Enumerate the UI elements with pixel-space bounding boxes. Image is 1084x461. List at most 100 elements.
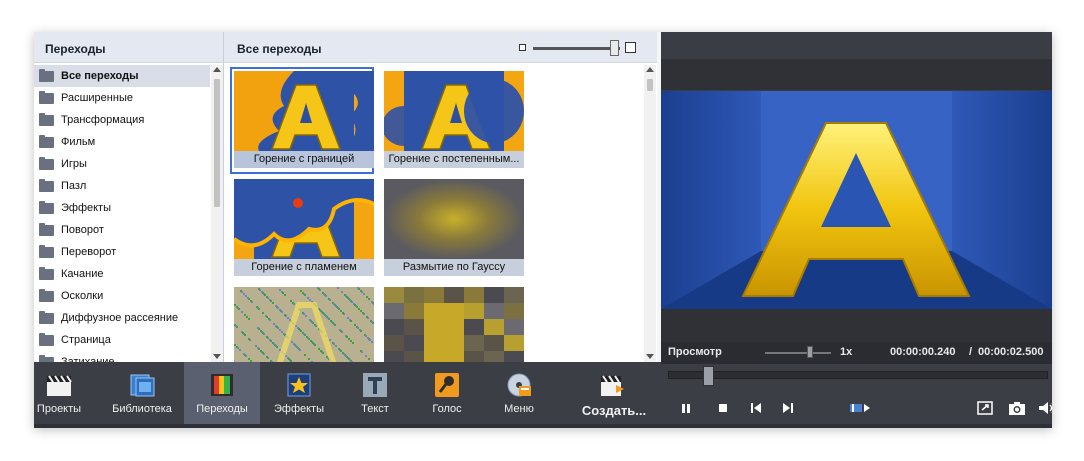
category-item[interactable]: Фильм: [34, 131, 210, 153]
transitions-panel: Все переходы Горение с границей Горение с…: [224, 32, 657, 362]
folder-icon: [39, 90, 54, 104]
category-item[interactable]: Осколки: [34, 285, 210, 307]
transitions-scroll-thumb[interactable]: [647, 79, 653, 91]
categories-header: Переходы: [34, 32, 223, 63]
projects-button[interactable]: Проекты: [34, 362, 84, 424]
zoom-small-icon[interactable]: [519, 44, 526, 51]
zoom-large-icon[interactable]: [625, 42, 636, 53]
category-item[interactable]: Диффузное рассеяние: [34, 307, 210, 329]
seek-track[interactable]: [668, 371, 1048, 379]
thumbnail-size-slider-handle[interactable]: [610, 40, 619, 56]
fullscreen-icon[interactable]: [975, 400, 995, 416]
folder-icon: [39, 178, 54, 192]
category-label: Эффекты: [61, 202, 112, 214]
transition-tile[interactable]: [231, 284, 374, 362]
transition-tile[interactable]: Размытие по Гауссу: [381, 176, 524, 281]
categories-scrollbar[interactable]: [211, 65, 223, 362]
category-item[interactable]: Страница: [34, 329, 210, 351]
categories-list: Все переходы Расширенные Трансформация Филь…: [34, 65, 210, 362]
pause-icon[interactable]: [676, 400, 696, 416]
transitions-label: Переходы: [196, 403, 248, 415]
folder-icon: [39, 288, 54, 302]
scroll-down-arrow-icon[interactable]: [213, 354, 221, 359]
category-item[interactable]: Расширенные: [34, 87, 210, 109]
category-item[interactable]: Переворот: [34, 241, 210, 263]
folder-icon: [39, 244, 54, 258]
transition-thumbnail: [234, 179, 374, 259]
bottom-edge: [34, 424, 1052, 428]
category-item[interactable]: Трансформация: [34, 109, 210, 131]
stop-icon[interactable]: [713, 400, 733, 416]
folder-icon: [39, 222, 54, 236]
category-label: Пазл: [61, 180, 87, 192]
preview-bottom-band: [661, 309, 1052, 342]
thumbnail-size-slider[interactable]: [533, 47, 620, 50]
voice-label: Голос: [432, 403, 462, 415]
library-button[interactable]: Библиотека: [109, 362, 175, 424]
category-label: Диффузное рассеяние: [61, 312, 179, 324]
text-label: Текст: [361, 403, 389, 415]
folder-icon: [39, 156, 54, 170]
category-item[interactable]: Игры: [34, 153, 210, 175]
transition-thumbnail: [384, 71, 524, 151]
folder-icon: [39, 134, 54, 148]
transition-label: Горение с постепенным...: [384, 151, 524, 168]
transitions-scrollbar[interactable]: [644, 65, 656, 362]
categories-scroll-thumb[interactable]: [214, 79, 220, 207]
transition-tile[interactable]: Горение с пламенем: [231, 176, 374, 281]
play-selection-icon[interactable]: [848, 400, 872, 416]
time-current: 00:00:00.240: [890, 346, 956, 358]
previous-frame-icon[interactable]: [746, 400, 766, 416]
playback-bar: [661, 364, 1052, 428]
folder-icon: [39, 68, 54, 82]
category-label: Расширенные: [61, 92, 133, 104]
transitions-icon: [211, 374, 233, 396]
transition-thumbnail: [384, 179, 524, 259]
snapshot-camera-icon[interactable]: [1007, 400, 1027, 416]
preview-label: Просмотр: [668, 346, 722, 358]
transition-thumbnail: [234, 71, 374, 151]
category-label: Поворот: [61, 224, 104, 236]
speed-slider-handle[interactable]: [807, 346, 813, 358]
text-button[interactable]: Текст: [344, 362, 406, 424]
category-item[interactable]: Все переходы: [34, 65, 210, 87]
transitions-button[interactable]: Переходы: [184, 362, 260, 424]
volume-icon[interactable]: [1037, 400, 1052, 416]
time-total: 00:00:02.500: [978, 346, 1044, 358]
transitions-title: Все переходы: [237, 42, 322, 56]
category-item[interactable]: Затихание: [34, 351, 210, 362]
transitions-header: Все переходы: [224, 32, 657, 63]
speed-value: 1x: [840, 346, 853, 358]
scroll-up-arrow-icon[interactable]: [213, 67, 221, 72]
create-button[interactable]: Создать...: [574, 362, 654, 424]
transition-label: Горение с границей: [234, 151, 374, 168]
category-item[interactable]: Поворот: [34, 219, 210, 241]
menu-button[interactable]: Меню: [486, 362, 552, 424]
scroll-up-arrow-icon[interactable]: [646, 67, 654, 72]
transition-thumbnail: [384, 287, 524, 362]
category-label: Переворот: [61, 246, 117, 258]
star-effects-icon: [287, 373, 311, 397]
next-frame-icon[interactable]: [778, 400, 798, 416]
transition-tile[interactable]: [381, 284, 524, 362]
category-label: Осколки: [61, 290, 104, 302]
category-item[interactable]: Эффекты: [34, 197, 210, 219]
preview-status-bar: Просмотр 1x 00:00:00.240 / 00:00:02.500: [661, 342, 1052, 364]
transition-tile[interactable]: Горение с постепенным...: [381, 68, 524, 173]
effects-label: Эффекты: [273, 403, 324, 415]
category-item[interactable]: Пазл: [34, 175, 210, 197]
transition-tile[interactable]: Горение с границей: [230, 67, 374, 174]
voice-button[interactable]: Голос: [414, 362, 480, 424]
scroll-down-arrow-icon[interactable]: [646, 354, 654, 359]
film-library-icon: [130, 374, 155, 397]
category-label: Фильм: [61, 136, 96, 148]
transition-thumbnail: [234, 287, 374, 362]
seek-handle[interactable]: [703, 366, 715, 386]
speed-slider[interactable]: [765, 352, 831, 354]
microphone-icon: [435, 373, 459, 397]
preview-video[interactable]: [661, 91, 1052, 309]
folder-icon: [39, 310, 54, 324]
effects-button[interactable]: Эффекты: [266, 362, 332, 424]
time-separator: /: [969, 346, 973, 358]
category-item[interactable]: Качание: [34, 263, 210, 285]
